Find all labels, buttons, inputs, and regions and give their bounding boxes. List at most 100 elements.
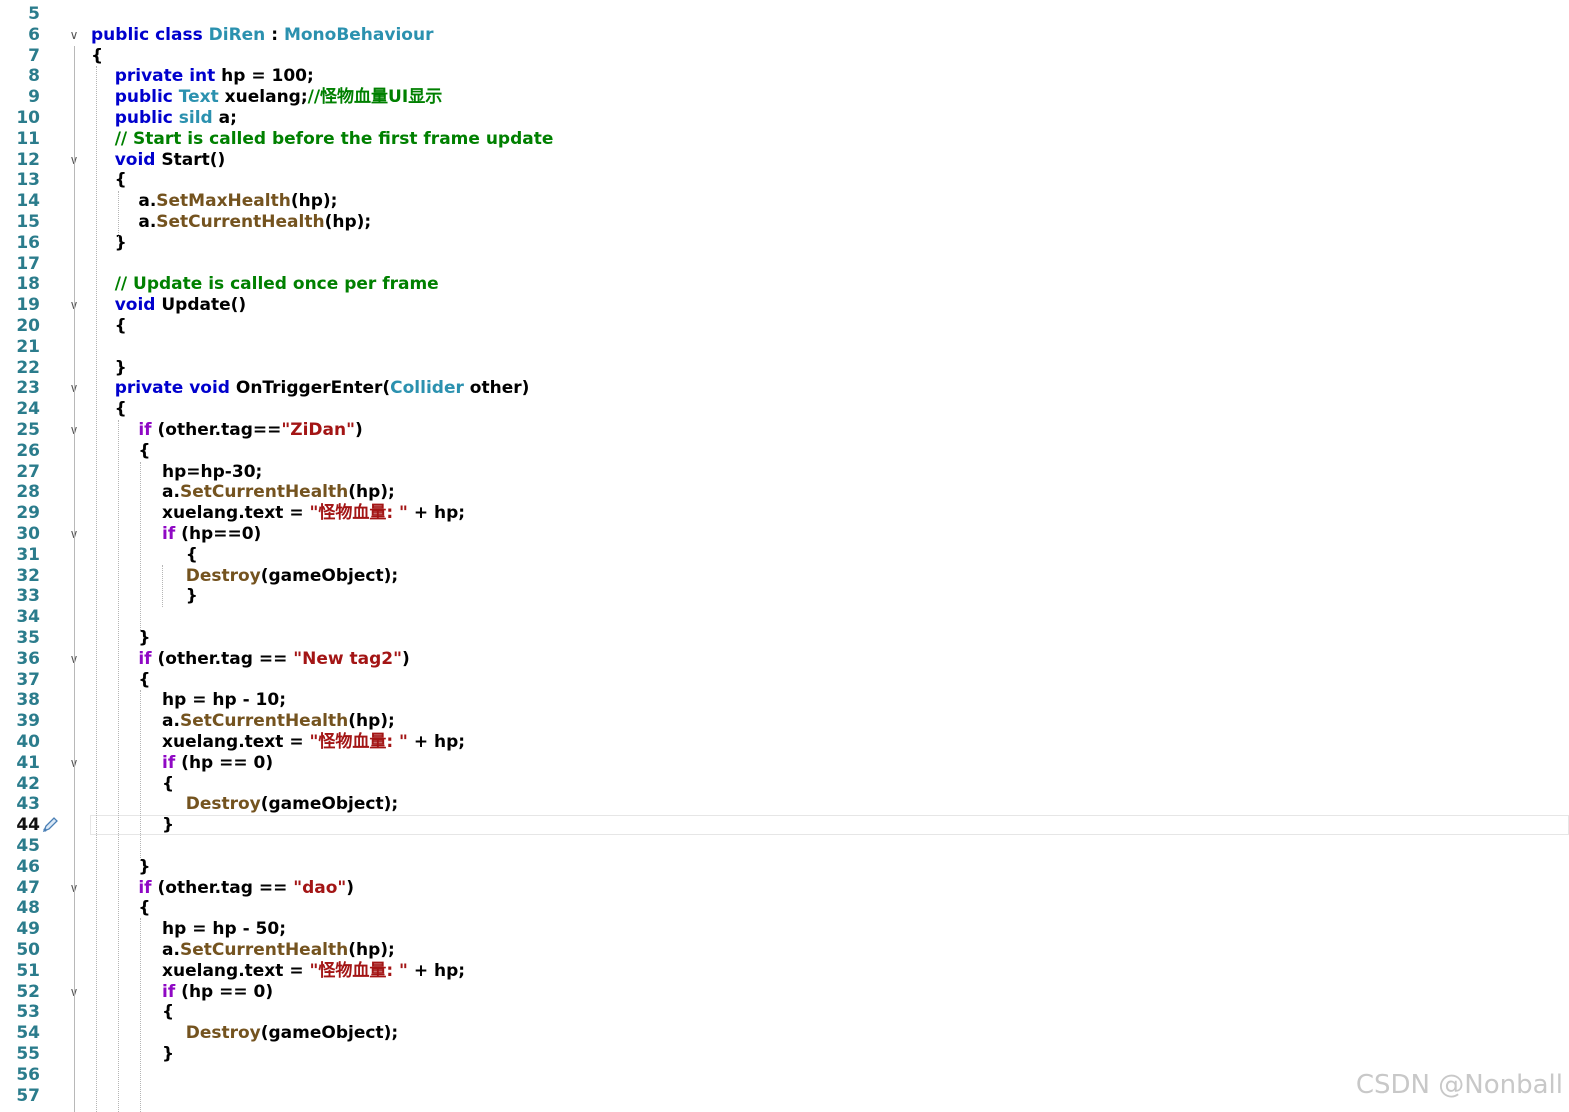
code-line[interactable]: 13 { [0,170,1569,191]
line-number: 12 [16,149,40,170]
code-line[interactable]: 21 [0,337,1569,358]
code-line[interactable]: 29 xuelang.text = "怪物血量: " + hp; [0,503,1569,524]
code-line[interactable]: 36 ∨ if (other.tag == "New tag2") [0,649,1569,670]
line-number: 28 [16,482,40,503]
code-token: // Start is called before the first fram… [114,128,554,149]
code-line[interactable]: 20 { [0,316,1569,337]
code-line[interactable]: 9 public Text xuelang;//怪物血量UI显示 [0,87,1569,108]
code-line[interactable]: 35 } [0,628,1569,649]
code-token: xuelang.text = [91,732,310,752]
code-line[interactable]: 6 ∨ public class DiRen : MonoBehaviour [0,25,1569,46]
line-number: 17 [16,253,40,274]
code-line[interactable]: 40 xuelang.text = "怪物血量: " + hp; [0,732,1569,753]
code-line[interactable]: 11 // Start is called before the first f… [0,129,1569,150]
code-line[interactable]: 12 ∨ void Start() [0,150,1569,171]
code-line[interactable]: 34 [0,607,1569,628]
code-line[interactable]: 16 } [0,233,1569,254]
code-line[interactable]: 55 } [0,1044,1569,1065]
code-line[interactable]: 23 ∨ private void OnTriggerEnter(Collider… [0,378,1569,399]
code-line[interactable]: 27 hp=hp-30; [0,462,1569,483]
line-number: 8 [28,66,40,87]
code-line[interactable]: 39 a.SetCurrentHealth(hp); [0,711,1569,732]
code-token: { [91,669,151,690]
code-token: } [91,856,151,877]
code-line[interactable]: 44 } [0,815,1569,836]
code-token: // Update is called once per frame [114,274,439,295]
code-line[interactable]: 32 Destroy(gameObject); [0,566,1569,587]
code-line[interactable]: 37 { [0,670,1569,691]
line-number: 42 [16,773,40,794]
code-line[interactable]: 45 [0,836,1569,857]
code-line[interactable]: 56 [0,1065,1569,1086]
line-number: 54 [16,1023,40,1044]
code-token: + hp; [407,503,466,524]
outlining-line [74,46,75,1112]
code-line[interactable]: 10 public sild a; [0,108,1569,129]
code-token: if [162,981,176,1002]
line-number: 48 [16,898,40,919]
code-token: MonoBehaviour [283,24,434,45]
code-line[interactable]: 18 // Update is called once per frame [0,274,1569,295]
line-number: 40 [16,732,40,752]
code-text: hp = hp - 10; [91,690,286,711]
code-token: a. [91,212,157,232]
code-token: "怪物血量: " [309,732,408,752]
code-line[interactable]: 31 { [0,545,1569,566]
collapse-chevron-icon[interactable]: ∨ [68,25,80,46]
code-line[interactable]: 43 Destroy(gameObject); [0,794,1569,815]
code-text: a.SetCurrentHealth(hp); [91,212,371,233]
code-line[interactable]: 46 } [0,857,1569,878]
code-text: } [91,1044,174,1065]
code-line[interactable]: 41 ∨ if (hp == 0) [0,753,1569,774]
code-line[interactable]: 22 } [0,358,1569,379]
code-text: a.SetCurrentHealth(hp); [91,940,395,961]
line-number: 35 [16,628,40,648]
code-token: "New tag2" [293,648,402,669]
line-number: 29 [16,503,40,524]
code-line[interactable]: 57 [0,1086,1569,1107]
code-token: if [138,877,152,898]
code-line[interactable]: 50 a.SetCurrentHealth(hp); [0,940,1569,961]
code-line[interactable]: 53 { [0,1002,1569,1023]
code-line[interactable]: 19 ∨ void Update() [0,295,1569,316]
code-line[interactable]: 5 [0,4,1569,25]
code-token: if [162,752,176,773]
code-line[interactable]: 17 [0,254,1569,275]
code-text: if (other.tag == "dao") [91,878,354,899]
code-token: SetCurrentHealth [156,212,325,232]
code-line[interactable]: 14 a.SetMaxHealth(hp); [0,191,1569,212]
code-line[interactable]: 24 { [0,399,1569,420]
code-line[interactable]: 54 Destroy(gameObject); [0,1023,1569,1044]
code-line[interactable]: 33 } [0,586,1569,607]
code-text: Destroy(gameObject); [91,1023,398,1044]
code-token: a. [91,940,180,960]
line-number: 22 [16,357,40,378]
code-editor[interactable]: 5 6 ∨ public class DiRen : MonoBehaviour 7{8… [0,0,1569,1112]
code-line[interactable]: 25 ∨ if (other.tag=="ZiDan") [0,420,1569,441]
code-token: if [138,420,152,440]
code-line[interactable]: 15 a.SetCurrentHealth(hp); [0,212,1569,233]
code-token: DiRen [208,24,266,45]
code-line[interactable]: 38 hp = hp - 10; [0,690,1569,711]
code-line[interactable]: 52 ∨ if (hp == 0) [0,982,1569,1003]
code-line[interactable]: 49 hp = hp - 50; [0,919,1569,940]
code-text: xuelang.text = "怪物血量: " + hp; [91,961,465,982]
code-line[interactable]: 7{ [0,46,1569,67]
indent-guide [162,565,163,607]
code-token: public class [91,24,209,45]
code-line[interactable]: 28 a.SetCurrentHealth(hp); [0,482,1569,503]
code-line[interactable]: 47 ∨ if (other.tag == "dao") [0,878,1569,899]
indent-guide [140,462,141,632]
code-token: private void [114,378,236,399]
code-line[interactable]: 30 ∨ if (hp==0) [0,524,1569,545]
code-line[interactable]: 8 private int hp = 100; [0,66,1569,87]
line-number: 26 [16,440,40,461]
code-token: (hp == 0) [175,752,274,773]
code-line[interactable]: 48 { [0,898,1569,919]
code-text: public class DiRen : MonoBehaviour [91,25,433,46]
code-line[interactable]: 26 { [0,441,1569,462]
code-line[interactable]: 51 xuelang.text = "怪物血量: " + hp; [0,961,1569,982]
code-line[interactable]: 42 { [0,774,1569,795]
